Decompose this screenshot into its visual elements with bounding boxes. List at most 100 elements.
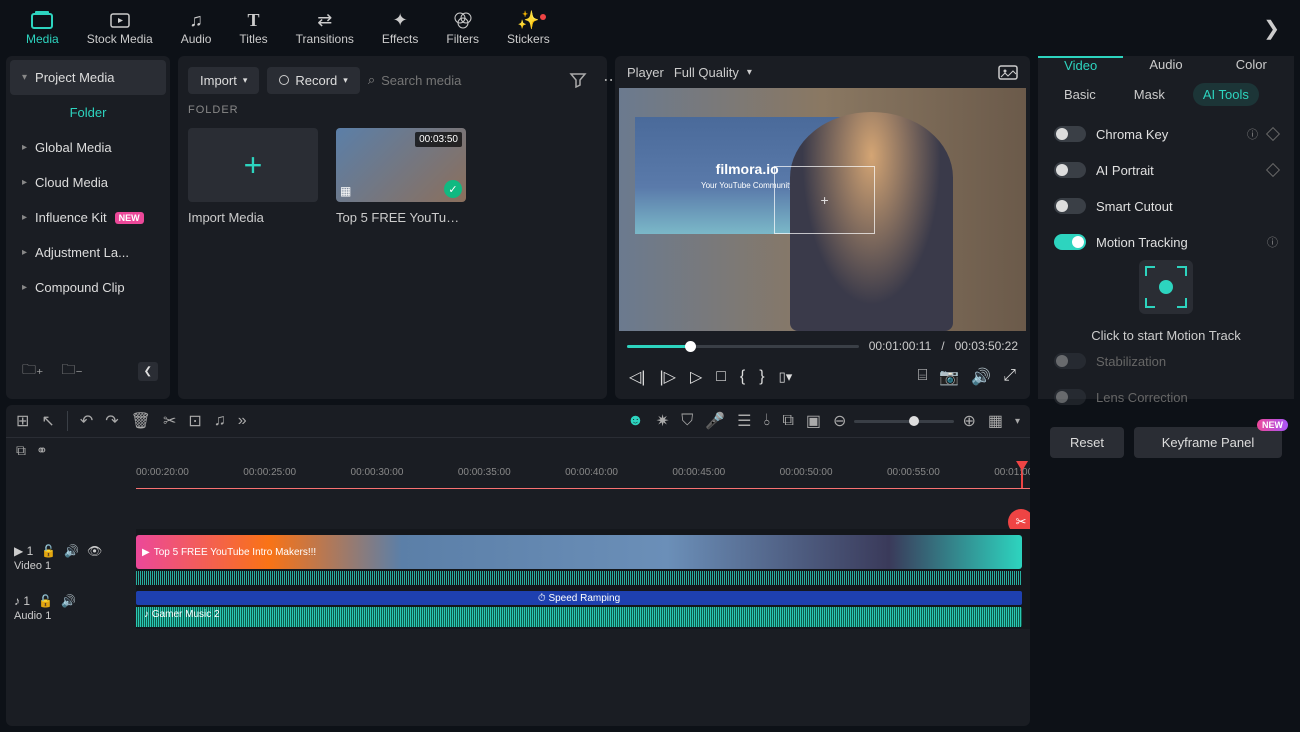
lock-icon[interactable]: 🔓 <box>41 544 56 558</box>
crop-icon[interactable]: ⊡ <box>188 411 201 431</box>
cut-icon[interactable]: ✂ <box>163 411 176 431</box>
snapshot-icon[interactable] <box>998 64 1018 80</box>
sidebar-folder[interactable]: Folder <box>10 95 166 130</box>
nav-titles[interactable]: T Titles <box>225 6 281 50</box>
tab-audio[interactable]: Audio <box>1123 56 1208 73</box>
sidebar-cloud-media[interactable]: ▸Cloud Media <box>10 165 166 200</box>
tab-color[interactable]: Color <box>1209 56 1294 73</box>
nav-filters[interactable]: Filters <box>432 6 493 50</box>
filters-icon <box>453 10 473 30</box>
new-folder-icon[interactable]: 🗀₊ <box>18 355 47 387</box>
grid-icon[interactable]: ▦ <box>988 411 1003 431</box>
keyframe-icon[interactable] <box>1266 163 1280 177</box>
keyframe-panel-label: Keyframe Panel <box>1162 435 1255 450</box>
subtab-basic[interactable]: Basic <box>1054 83 1106 106</box>
tab-video[interactable]: Video <box>1038 56 1123 73</box>
speed-icon: ⏱ <box>538 593 546 604</box>
mute-icon[interactable]: 🔊 <box>61 594 76 608</box>
mark-in-icon[interactable]: { <box>740 368 745 386</box>
music-icon[interactable]: ♫ <box>214 412 226 430</box>
quality-value: Full Quality <box>674 65 739 80</box>
eye-icon[interactable]: 👁 <box>87 544 102 558</box>
mic-icon[interactable]: 🎤 <box>705 411 725 431</box>
subtab-mask[interactable]: Mask <box>1124 83 1175 106</box>
mute-icon[interactable]: 🔊 <box>64 544 79 558</box>
toggle-ai-portrait[interactable] <box>1054 162 1086 178</box>
quality-select[interactable]: Full Quality▾ <box>674 65 752 80</box>
nav-audio[interactable]: ♫ Audio <box>167 6 226 50</box>
display-icon[interactable]: ⌸ <box>918 367 928 387</box>
redo-icon[interactable]: ↷ <box>105 411 118 431</box>
next-frame-icon[interactable]: |▷ <box>659 367 675 387</box>
import-button[interactable]: Import▾ <box>188 67 259 94</box>
video-track-icon[interactable]: ▶ 1 <box>14 544 33 558</box>
zoom-in-icon[interactable]: ⊕ <box>962 411 975 431</box>
clip-label: Top 5 FREE YouTube Intro Makers!!! <box>154 547 317 558</box>
subtab-ai-tools[interactable]: AI Tools <box>1193 83 1259 106</box>
toggle-chroma-key[interactable] <box>1054 126 1086 142</box>
reset-button[interactable]: Reset <box>1050 427 1124 458</box>
link-track-icon[interactable]: ⚭ <box>36 442 48 459</box>
ai-icon[interactable]: ☻ <box>627 412 644 430</box>
motion-track-start[interactable] <box>1139 260 1193 314</box>
media-clip[interactable]: 00:03:50 ▦ ✓ Top 5 FREE YouTube I... <box>336 128 466 225</box>
sidebar-collapse[interactable]: ❮ <box>138 362 158 381</box>
prev-frame-icon[interactable]: ◁| <box>629 367 645 387</box>
sidebar-influence-kit[interactable]: ▸Influence KitNEW <box>10 200 166 235</box>
video-track[interactable]: ▶ Top 5 FREE YouTube Intro Makers!!! <box>136 529 1030 587</box>
search-input[interactable] <box>381 73 557 88</box>
magnet-icon[interactable]: ⫰ <box>764 412 771 430</box>
undo-icon[interactable]: ↶ <box>80 411 93 431</box>
record-button[interactable]: Record▾ <box>267 67 359 94</box>
nav-media[interactable]: Media <box>12 6 73 50</box>
sidebar-adjustment-layer[interactable]: ▸Adjustment La... <box>10 235 166 270</box>
lock-icon[interactable]: 🔓 <box>38 594 53 608</box>
list-icon[interactable]: ☰ <box>737 411 751 431</box>
volume-icon[interactable]: 🔊 <box>971 367 991 387</box>
nav-more[interactable]: ❯ <box>1255 16 1288 41</box>
cursor-icon[interactable]: ↖ <box>41 411 54 431</box>
toggle-motion-tracking[interactable] <box>1054 234 1086 250</box>
mark-out-icon[interactable]: } <box>759 368 764 386</box>
sidebar-project-media[interactable]: ▾ Project Media <box>10 60 166 95</box>
nav-transitions[interactable]: ⇄ Transitions <box>282 6 368 50</box>
link-icon[interactable]: ⧉ <box>782 412 793 430</box>
shield-icon[interactable]: ⛉ <box>681 412 693 430</box>
stop-icon[interactable]: □ <box>716 368 726 386</box>
motion-track-rect[interactable]: + <box>774 166 876 234</box>
audio-track-icon[interactable]: ♪ 1 <box>14 594 30 608</box>
marker-icon[interactable]: ▣ <box>806 411 821 431</box>
color-icon[interactable]: ✷ <box>656 411 669 431</box>
camera-icon[interactable]: 📷 <box>939 367 959 387</box>
chevron-down-icon[interactable]: ▾ <box>1015 416 1020 427</box>
fullscreen-icon[interactable]: ⤢ <box>1003 367 1016 387</box>
keyframe-panel-button[interactable]: Keyframe PanelNEW <box>1134 427 1282 458</box>
zoom-slider[interactable] <box>854 420 954 423</box>
sidebar-global-media[interactable]: ▸Global Media <box>10 130 166 165</box>
copy-track-icon[interactable]: ⧉ <box>16 442 26 459</box>
video-preview[interactable]: filmora.io Your YouTube Community + <box>619 88 1026 331</box>
import-media-tile[interactable]: + Import Media <box>188 128 318 225</box>
sidebar-compound-clip[interactable]: ▸Compound Clip <box>10 270 166 305</box>
filter-icon[interactable] <box>565 68 591 92</box>
delete-icon[interactable]: 🗑 <box>131 411 151 431</box>
apps-icon[interactable]: ⊞ <box>16 411 29 431</box>
timeline-ruler[interactable]: 00:00:20:0000:00:25:0000:00:30:0000:00:3… <box>136 463 1030 489</box>
caret-icon: ▸ <box>22 142 27 153</box>
nav-stickers[interactable]: ✨ Stickers <box>493 6 564 50</box>
keyframe-icon[interactable] <box>1266 127 1280 141</box>
nav-effects[interactable]: ✦ Effects <box>368 6 432 50</box>
zoom-out-icon[interactable]: ⊖ <box>833 411 846 431</box>
toggle-smart-cutout[interactable] <box>1054 198 1086 214</box>
nav-stock-media[interactable]: Stock Media <box>73 6 167 50</box>
marker-dropdown[interactable]: ▯▾ <box>779 369 793 385</box>
info-icon[interactable]: ⓘ <box>1247 126 1258 142</box>
speed-ramp-clip[interactable]: ⏱ Speed Ramping <box>136 591 1022 605</box>
video-clip[interactable]: ▶ Top 5 FREE YouTube Intro Makers!!! <box>136 535 1022 569</box>
scrub-bar[interactable] <box>627 345 859 348</box>
play-icon[interactable]: ▷ <box>690 367 702 387</box>
delete-folder-icon[interactable]: 🗀₋ <box>57 355 86 387</box>
more-tools-icon[interactable]: » <box>238 412 247 430</box>
info-icon[interactable]: ⓘ <box>1267 234 1278 250</box>
audio-track[interactable]: ⏱ Speed Ramping ♪ Gamer Music 2 <box>136 587 1030 629</box>
